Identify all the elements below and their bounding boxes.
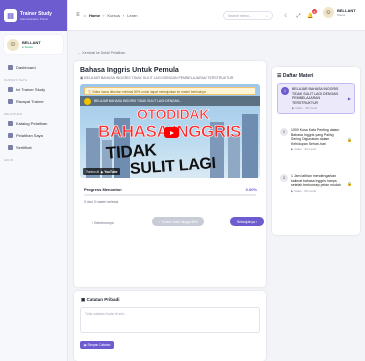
- complete-button[interactable]: ✓ Tonton Video hingga 80%: [152, 217, 204, 226]
- topbar: ≡ ⌂ Home › Kursus › Learn Search menu...…: [68, 0, 365, 31]
- brand-subtitle: Administration Portal: [20, 16, 48, 21]
- breadcrumb-home[interactable]: Home: [89, 13, 100, 18]
- material-meta: ▶ Video · 60 menit: [291, 188, 316, 193]
- play-icon[interactable]: [164, 127, 179, 138]
- material-meta: ▶ Video · 35 menit: [292, 106, 317, 110]
- material-item-3[interactable]: 3 1 Jam latihan mendengarkan kalimat bah…: [277, 171, 355, 196]
- youtube-footer[interactable]: Tonton di ▶ YouTube: [83, 168, 121, 175]
- material-number: 1: [281, 87, 289, 95]
- notes-card: ▣ Catatan Pribadi Tulis catatan Anda di …: [74, 291, 266, 361]
- video-title: BELAJAR BAHASA INGGRIS TIDAK SULIT LAGI …: [94, 99, 182, 103]
- brand[interactable]: ▤ Trainer Study Administration Portal: [0, 0, 67, 31]
- video-notice: ⓘ Video harus ditonton minimal 80% untuk…: [84, 87, 256, 95]
- channel-avatar: [84, 97, 91, 105]
- profile-role: Siswa: [337, 13, 346, 17]
- lesson-card: Bahasa Inggris Untuk Pemula ▣ BELAJAR BA…: [74, 61, 266, 287]
- menu-icon[interactable]: ≡: [76, 12, 80, 18]
- sidebar-item-pelatihan[interactable]: Pelatihan Saya: [4, 130, 63, 140]
- lock-icon: 🔒: [347, 137, 352, 142]
- prev-button[interactable]: ‹ Sebelumnya: [92, 221, 114, 225]
- search-placeholder: Search menu...: [228, 13, 252, 18]
- sidebar-item-sertifikat[interactable]: Sertifikat: [4, 142, 63, 152]
- brand-logo-icon: ▤: [4, 9, 17, 22]
- main-content: ← Kembali ke Detail Pelatihan Bahasa Ing…: [68, 31, 365, 361]
- progress-percent: 0.00%: [245, 187, 257, 192]
- sidebar-item-label: Pelatihan Saya: [16, 132, 43, 138]
- lesson-title: Bahasa Inggris Untuk Pemula: [80, 67, 179, 74]
- home-icon: ⌂: [83, 12, 86, 18]
- notes-title: ▣ Catatan Pribadi: [81, 297, 120, 302]
- youtube-logo: ▶ YouTube: [100, 169, 118, 174]
- search-input[interactable]: Search menu... ⌕: [223, 11, 273, 20]
- notes-textarea[interactable]: Tulis catatan Anda di sini...: [80, 307, 260, 333]
- breadcrumb: ⌂ Home › Kursus › Learn: [84, 13, 138, 18]
- notification-badge: 8: [312, 9, 317, 14]
- sidebar-item-dashboard[interactable]: Dashboard: [4, 62, 63, 72]
- breadcrumb-kursus[interactable]: Kursus: [107, 13, 119, 18]
- video-header: BELAJAR BAHASA INGGRIS TIDAK SULIT LAGI …: [80, 96, 260, 106]
- video-text-line1: OTODIDAK: [137, 106, 210, 123]
- video-player[interactable]: ⓘ Video harus ditonton minimal 80% untuk…: [80, 84, 260, 178]
- material-title: 1 Jam latihan mendengarkan kalimat bahas…: [291, 174, 341, 187]
- book-icon: [8, 86, 13, 92]
- search-icon: ⌕: [266, 13, 268, 18]
- avatar: ☺: [7, 38, 19, 51]
- dashboard-icon: [8, 64, 13, 70]
- history-icon: [8, 98, 13, 104]
- sidebar-item-label: Ini Trainer Study: [16, 86, 46, 92]
- nav-section-akun: AKUN: [4, 158, 14, 162]
- save-notes-button[interactable]: ▣ Simpan Catatan: [80, 341, 114, 349]
- material-number: 3: [280, 174, 288, 182]
- nav-section-kursus: KURSUS SAYA: [4, 78, 28, 82]
- sidebar: ▤ Trainer Study Administration Portal ☺ …: [0, 0, 68, 361]
- training-icon: [8, 132, 13, 138]
- watch-on-label: Tonton di: [86, 169, 99, 174]
- back-link[interactable]: ← Kembali ke Detail Pelatihan: [78, 51, 125, 55]
- sidebar-item-label: Riwayat Trainer: [16, 98, 44, 104]
- profile-menu[interactable]: ☺ BELLANT Siswa: [323, 7, 356, 18]
- material-title: 1000 Kosa Kata Penting dalam Bahasa Ingg…: [291, 128, 340, 146]
- next-button[interactable]: Selanjutnya ›: [230, 217, 264, 226]
- certificate-icon: [8, 144, 13, 150]
- bell-icon[interactable]: 🔔 8: [306, 9, 317, 20]
- sidebar-item-katalog[interactable]: Katalog Pelatihan: [4, 118, 63, 128]
- progress-label: Progress Menonton: [84, 187, 122, 192]
- fullscreen-icon[interactable]: ⤢: [294, 11, 303, 20]
- sidebar-item-label: Katalog Pelatihan: [16, 120, 48, 126]
- building-shape: [242, 114, 258, 178]
- nav-section-pelatihan: PELATIHAN: [4, 112, 23, 116]
- play-icon: ▶: [347, 96, 351, 101]
- user-role: ● Siswa: [22, 45, 33, 49]
- materials-title: ☰ Daftar Materi: [277, 73, 314, 79]
- lesson-subtitle: ▣ BELAJAR BAHASA INGGRIS TIDAK SULIT LAG…: [80, 76, 234, 80]
- catalog-icon: [8, 120, 13, 126]
- breadcrumb-separator: ›: [122, 12, 125, 18]
- material-item-1[interactable]: 1 BELAJAR BAHASA INGGRIS TIDAK SULIT LAG…: [277, 83, 355, 114]
- materials-card: ☰ Daftar Materi 1 BELAJAR BAHASA INGGRIS…: [272, 67, 360, 235]
- material-title: BELAJAR BAHASA INGGRIS TIDAK SULIT LAGI …: [292, 87, 339, 105]
- material-item-2[interactable]: 2 1000 Kosa Kata Penting dalam Bahasa In…: [277, 125, 355, 154]
- progress-bar: [84, 194, 256, 196]
- sidebar-item-label: Sertifikat: [16, 144, 32, 150]
- user-card[interactable]: ☺ BELLANT ● Siswa: [4, 35, 63, 54]
- sidebar-item-riwayat[interactable]: Riwayat Trainer: [4, 96, 63, 106]
- theme-icon[interactable]: ☾: [282, 11, 291, 20]
- sidebar-item-label: Dashboard: [16, 64, 36, 70]
- lock-icon: 🔒: [347, 180, 352, 186]
- material-meta: ▶ Video · 20 menit: [291, 147, 316, 151]
- breadcrumb-learn: Learn: [127, 12, 138, 18]
- avatar: ☺: [323, 7, 334, 18]
- progress-count: 0 dari 3 materi selesai: [84, 200, 119, 204]
- sidebar-item-kursus[interactable]: Ini Trainer Study: [4, 84, 63, 94]
- material-number: 2: [280, 128, 288, 136]
- breadcrumb-separator: ›: [103, 12, 105, 18]
